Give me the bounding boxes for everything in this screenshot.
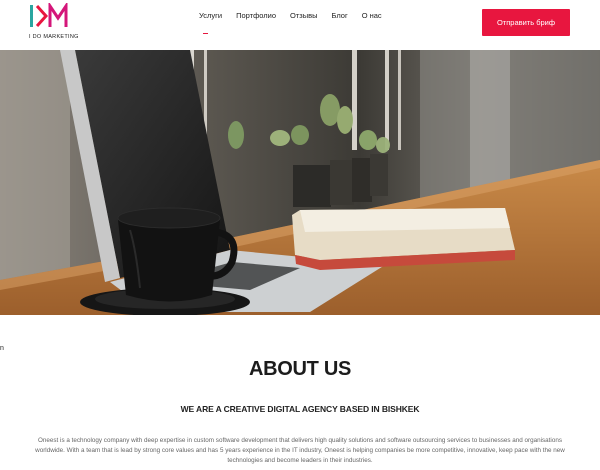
about-subtitle: WE ARE A CREATIVE DIGITAL AGENCY BASED I… — [180, 404, 420, 414]
site-header: I DO MARKETING Услуги Портфолио Отзывы Б… — [0, 0, 600, 50]
brand-logo[interactable]: I DO MARKETING — [29, 1, 78, 43]
logo-text: I DO MARKETING — [29, 34, 79, 40]
nav-item-blog[interactable]: Блог — [331, 11, 347, 20]
logo-mark-icon — [30, 1, 68, 28]
main-nav: Услуги Портфолио Отзывы Блог О нас — [199, 11, 396, 20]
hero-image — [0, 50, 600, 315]
hero-workspace-illustration — [0, 50, 600, 315]
nav-item-services[interactable]: Услуги — [199, 11, 222, 20]
nav-item-about[interactable]: О нас — [362, 11, 382, 20]
nav-item-portfolio[interactable]: Портфолио — [236, 11, 276, 20]
send-brief-button[interactable]: Отправить бриф — [482, 9, 570, 36]
stray-text-fragment: n — [0, 345, 4, 352]
about-title: ABOUT US — [248, 358, 352, 380]
nav-active-indicator — [203, 33, 208, 34]
nav-item-reviews[interactable]: Отзывы — [290, 11, 317, 20]
about-description: Oneest is a technology company with deep… — [35, 437, 565, 464]
